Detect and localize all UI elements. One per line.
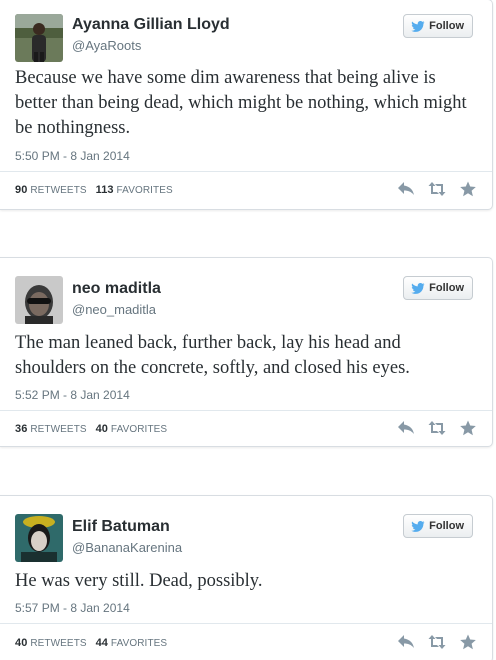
tweet-stats: 36 RETWEETS 40 FAVORITES bbox=[15, 423, 173, 435]
retweet-icon[interactable] bbox=[428, 181, 446, 197]
favorite-count[interactable]: 113 FAVORITES bbox=[96, 184, 173, 196]
twitter-bird-icon bbox=[411, 282, 425, 294]
avatar[interactable] bbox=[15, 14, 63, 62]
tweet-text: Because we have some dim awareness that … bbox=[15, 68, 467, 138]
favorite-icon[interactable] bbox=[459, 634, 477, 650]
twitter-bird-icon bbox=[411, 520, 425, 532]
favorite-icon[interactable] bbox=[459, 181, 477, 197]
avatar[interactable] bbox=[15, 276, 63, 324]
tweet-timestamp[interactable]: 5:57 PM - 8 Jan 2014 bbox=[15, 601, 130, 615]
user-name[interactable]: Ayanna Gillian Lloyd bbox=[72, 16, 230, 34]
favorite-icon[interactable] bbox=[459, 420, 477, 436]
twitter-bird-icon bbox=[411, 20, 425, 32]
retweet-count[interactable]: 40 RETWEETS bbox=[15, 637, 87, 649]
follow-label: Follow bbox=[429, 20, 464, 32]
retweet-icon[interactable] bbox=[428, 420, 446, 436]
tweet-actions bbox=[397, 634, 477, 650]
tweet-actions bbox=[397, 420, 477, 436]
tweet-timestamp[interactable]: 5:52 PM - 8 Jan 2014 bbox=[15, 388, 130, 402]
tweet-stats: 90 RETWEETS 113 FAVORITES bbox=[15, 184, 179, 196]
follow-button[interactable]: Follow bbox=[403, 514, 473, 538]
user-handle[interactable]: @neo_maditla bbox=[72, 302, 156, 317]
tweet-stats: 40 RETWEETS 44 FAVORITES bbox=[15, 637, 173, 649]
tweet-card: Elif Batuman @BananaKarenina Follow He w… bbox=[0, 495, 493, 660]
avatar[interactable] bbox=[15, 514, 63, 562]
retweet-icon[interactable] bbox=[428, 634, 446, 650]
follow-button[interactable]: Follow bbox=[403, 14, 473, 38]
tweet-text: He was very still. Dead, possibly. bbox=[15, 571, 263, 591]
follow-label: Follow bbox=[429, 520, 464, 532]
reply-icon[interactable] bbox=[397, 420, 415, 436]
retweet-count[interactable]: 36 RETWEETS bbox=[15, 423, 87, 435]
tweet-text: The man leaned back, further back, lay h… bbox=[15, 333, 410, 378]
divider bbox=[0, 410, 492, 411]
favorite-count[interactable]: 44 FAVORITES bbox=[96, 637, 168, 649]
user-handle[interactable]: @AyaRoots bbox=[72, 38, 141, 53]
divider bbox=[0, 171, 492, 172]
user-name[interactable]: neo maditla bbox=[72, 280, 161, 298]
favorite-count[interactable]: 40 FAVORITES bbox=[96, 423, 168, 435]
tweet-card: Ayanna Gillian Lloyd @AyaRoots Follow Be… bbox=[0, 0, 493, 210]
divider bbox=[0, 623, 492, 624]
follow-button[interactable]: Follow bbox=[403, 276, 473, 300]
user-name[interactable]: Elif Batuman bbox=[72, 518, 170, 536]
tweet-timestamp[interactable]: 5:50 PM - 8 Jan 2014 bbox=[15, 149, 130, 163]
retweet-count[interactable]: 90 RETWEETS bbox=[15, 184, 87, 196]
tweet-actions bbox=[397, 181, 477, 197]
reply-icon[interactable] bbox=[397, 634, 415, 650]
follow-label: Follow bbox=[429, 282, 464, 294]
reply-icon[interactable] bbox=[397, 181, 415, 197]
tweet-card: neo maditla @neo_maditla Follow The man … bbox=[0, 257, 493, 447]
tweet-feed: Ayanna Gillian Lloyd @AyaRoots Follow Be… bbox=[0, 0, 496, 660]
user-handle[interactable]: @BananaKarenina bbox=[72, 540, 182, 555]
